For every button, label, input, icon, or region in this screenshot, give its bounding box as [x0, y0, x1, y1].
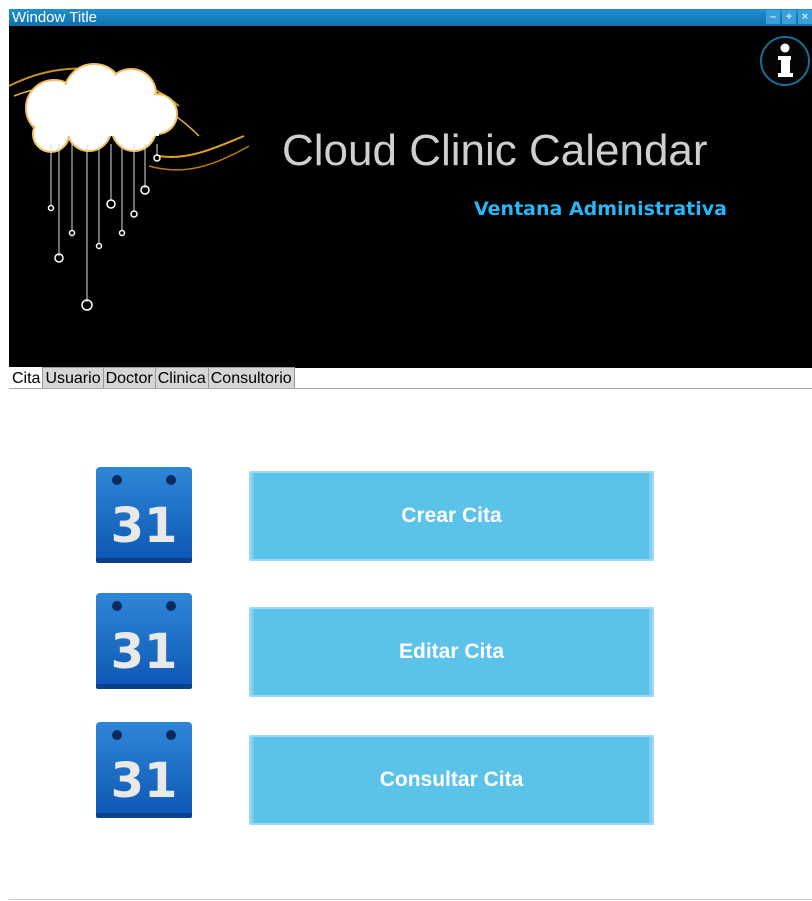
- calendar-icon: 31: [96, 593, 192, 689]
- tab-cita[interactable]: Cita: [9, 367, 44, 389]
- calendar-day-text: 31: [111, 753, 178, 809]
- tab-usuario[interactable]: Usuario: [42, 367, 104, 389]
- calendar-icon: 31: [96, 722, 192, 818]
- consultar-cita-button[interactable]: Consultar Cita: [249, 735, 654, 825]
- info-button[interactable]: [760, 36, 810, 86]
- calendar-icon: 31: [96, 467, 192, 563]
- tab-consultorio[interactable]: Consultorio: [207, 367, 295, 389]
- calendar-day-text: 31: [111, 624, 178, 680]
- tab-bar: Cita Usuario Doctor Clinica Consultorio: [9, 367, 295, 389]
- cloud-logo-icon: [9, 63, 250, 311]
- editar-cita-button[interactable]: Editar Cita: [249, 607, 654, 697]
- close-button[interactable]: ×: [798, 10, 812, 24]
- info-icon: [778, 43, 793, 77]
- calendar-day-text: 31: [111, 498, 178, 554]
- app-subtitle: Ventana Administrativa: [474, 198, 727, 220]
- window-title: Window Title: [12, 9, 98, 26]
- tab-clinica[interactable]: Clinica: [154, 367, 209, 389]
- minimize-button[interactable]: –: [766, 10, 780, 24]
- crear-cita-button[interactable]: Crear Cita: [249, 471, 654, 561]
- window-titlebar[interactable]: Window Title – + ×: [9, 9, 812, 26]
- tab-divider: [9, 388, 812, 389]
- maximize-button[interactable]: +: [782, 10, 796, 24]
- bottom-divider: [9, 899, 812, 900]
- tab-doctor[interactable]: Doctor: [102, 367, 156, 389]
- window-controls: – + ×: [766, 10, 812, 24]
- header-banner: Cloud Clinic Calendar Ventana Administra…: [9, 26, 812, 368]
- app-title: Cloud Clinic Calendar: [282, 126, 708, 175]
